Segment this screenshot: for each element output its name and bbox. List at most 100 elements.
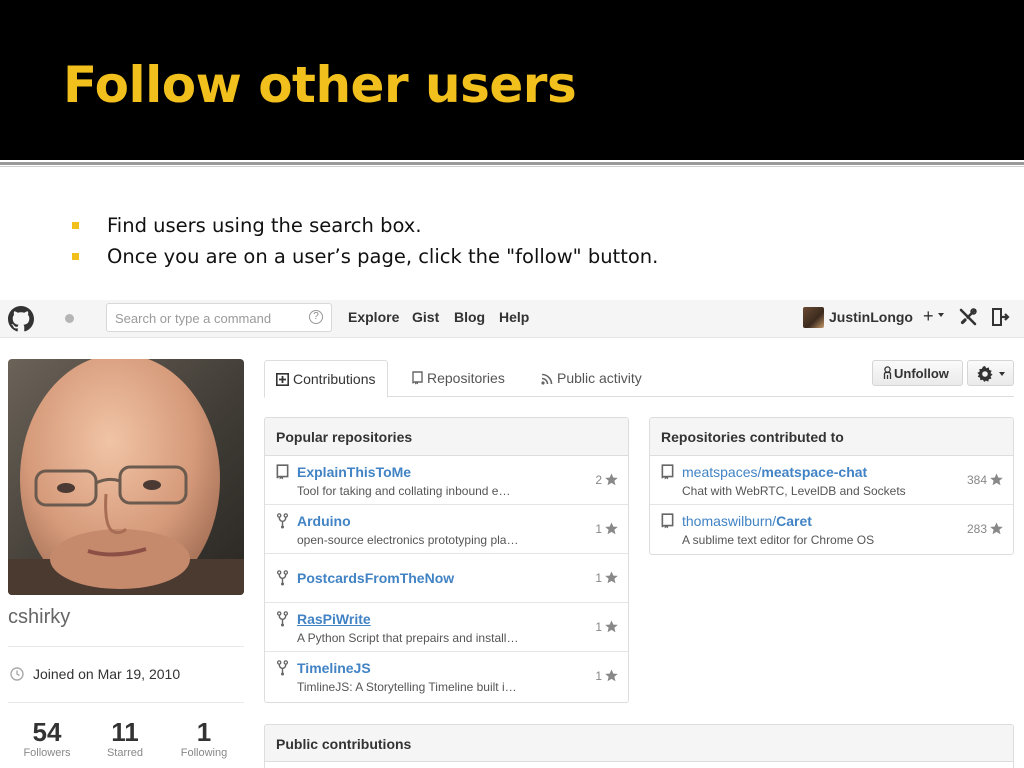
- followers-label: Followers: [23, 747, 71, 759]
- public-contributions-box: Public contributions: [264, 724, 1014, 768]
- nav-help[interactable]: Help: [499, 309, 529, 325]
- notification-dot-icon[interactable]: [65, 314, 74, 323]
- starred-stat[interactable]: 11 Starred: [86, 718, 164, 759]
- star-count[interactable]: 1: [595, 522, 618, 536]
- repo-owner: thomaswilburn/: [682, 513, 777, 529]
- person-icon: [883, 365, 892, 379]
- nav-gist[interactable]: Gist: [412, 309, 439, 325]
- repo-link[interactable]: RasPiWrite: [297, 611, 371, 627]
- star-count[interactable]: 2: [595, 473, 618, 487]
- star-icon: [605, 571, 618, 584]
- username-link[interactable]: JustinLongo: [829, 309, 913, 325]
- tools-icon[interactable]: [958, 307, 978, 327]
- public-contributions-title: Public contributions: [265, 725, 1013, 762]
- star-icon: [605, 473, 618, 486]
- bullet-item: Once you are on a user’s page, click the…: [72, 241, 658, 272]
- title-divider-thin: [0, 166, 1024, 167]
- list-item: meatspaces/meatspace-chat Chat with WebR…: [650, 456, 1013, 505]
- repo-icon: [661, 464, 674, 480]
- repo-owner: meatspaces/: [682, 464, 762, 480]
- tab-repositories[interactable]: Repositories: [401, 360, 516, 397]
- repo-link[interactable]: PostcardsFromTheNow: [297, 570, 454, 586]
- fork-icon: [276, 611, 289, 627]
- repo-description: TimlineJS: A Storytelling Timeline built…: [297, 680, 517, 694]
- star-count-value: 1: [595, 522, 602, 536]
- following-count: 1: [196, 717, 212, 747]
- rss-icon: [541, 373, 553, 385]
- star-count-value: 283: [966, 522, 987, 536]
- tab-contributions[interactable]: Contributions: [264, 360, 388, 398]
- list-item: TimelineJS TimlineJS: A Storytelling Tim…: [265, 652, 628, 701]
- create-new-button[interactable]: +: [923, 306, 934, 327]
- github-screenshot: ? Explore Gist Blog Help JustinLongo +: [0, 300, 1024, 768]
- repo-link[interactable]: ExplainThisToMe: [297, 464, 411, 480]
- sign-out-icon[interactable]: [990, 306, 1010, 328]
- profile-photo: [8, 359, 244, 595]
- repo-description: Chat with WebRTC, LevelDB and Sockets: [682, 484, 906, 498]
- fork-icon: [276, 570, 289, 586]
- profile-username: cshirky: [8, 606, 71, 628]
- bullet-item: Find users using the search box.: [72, 210, 658, 241]
- nav-explore[interactable]: Explore: [348, 309, 399, 325]
- star-icon: [990, 522, 1003, 535]
- divider: [8, 702, 244, 703]
- repo-link[interactable]: meatspaces/meatspace-chat: [682, 464, 867, 480]
- fork-icon: [276, 513, 289, 529]
- star-count[interactable]: 1: [595, 571, 618, 585]
- repo-icon: [412, 371, 423, 385]
- starred-count: 11: [111, 717, 139, 747]
- popular-repositories-box: Popular repositories ExplainThisToMe Too…: [264, 417, 629, 703]
- clock-icon: [10, 667, 24, 681]
- contributed-repositories-title: Repositories contributed to: [650, 418, 1013, 456]
- repo-link[interactable]: Arduino: [297, 513, 351, 529]
- title-divider: [0, 162, 1024, 165]
- star-count-value: 384: [966, 473, 987, 487]
- star-count[interactable]: 1: [595, 669, 618, 683]
- star-count-value: 1: [595, 669, 602, 683]
- unfollow-button[interactable]: Unfollow: [872, 360, 963, 386]
- star-count-value: 1: [595, 620, 602, 634]
- popular-repositories-title: Popular repositories: [265, 418, 628, 456]
- star-count[interactable]: 384: [967, 473, 1003, 487]
- user-avatar[interactable]: [803, 307, 824, 328]
- star-count[interactable]: 1: [595, 620, 618, 634]
- slide-title-bar: Follow other users: [0, 0, 1024, 160]
- repo-description: A sublime text editor for Chrome OS: [682, 533, 875, 547]
- github-octocat-icon[interactable]: [8, 306, 34, 332]
- following-label: Following: [180, 747, 228, 759]
- star-count-value: 1: [595, 571, 602, 585]
- repo-link[interactable]: thomaswilburn/Caret: [682, 513, 812, 529]
- star-icon: [605, 522, 618, 535]
- followers-stat[interactable]: 54 Followers: [8, 718, 86, 759]
- list-item: thomaswilburn/Caret A sublime text edito…: [650, 505, 1013, 554]
- bullet-text: Once you are on a user’s page, click the…: [107, 245, 659, 268]
- bullet-square-icon: [72, 253, 79, 260]
- tab-label: Repositories: [427, 370, 505, 386]
- search-input[interactable]: [115, 309, 305, 327]
- starred-label: Starred: [106, 747, 144, 759]
- followers-count: 54: [32, 717, 62, 747]
- joined-date: Joined on Mar 19, 2010: [33, 666, 181, 682]
- slide-title: Follow other users: [63, 56, 577, 114]
- following-stat[interactable]: 1 Following: [165, 718, 243, 759]
- search-help-icon[interactable]: ?: [309, 310, 323, 324]
- profile-settings-button[interactable]: [967, 360, 1014, 386]
- list-item: ExplainThisToMe Tool for taking and coll…: [265, 456, 628, 505]
- nav-blog[interactable]: Blog: [454, 309, 485, 325]
- chevron-down-icon: [938, 313, 944, 317]
- tab-public-activity[interactable]: Public activity: [530, 360, 653, 397]
- repo-description: A Python Script that prepairs and instal…: [297, 631, 519, 645]
- repo-link[interactable]: TimelineJS: [297, 660, 371, 676]
- bullet-text: Find users using the search box.: [107, 214, 422, 237]
- repo-description: open-source electronics prototyping pla…: [297, 533, 519, 547]
- star-count[interactable]: 283: [967, 522, 1003, 536]
- repo-description: Tool for taking and collating inbound e…: [297, 484, 511, 498]
- chevron-down-icon: [999, 372, 1005, 376]
- tab-label: Public activity: [557, 370, 642, 386]
- repo-name: meatspace-chat: [761, 464, 868, 480]
- list-item: Arduino open-source electronics prototyp…: [265, 505, 628, 554]
- slide-bullets: Find users using the search box. Once yo…: [72, 210, 658, 272]
- repo-name: Caret: [776, 513, 812, 529]
- tab-label: Contributions: [293, 371, 376, 387]
- github-header: ? Explore Gist Blog Help JustinLongo +: [0, 300, 1024, 338]
